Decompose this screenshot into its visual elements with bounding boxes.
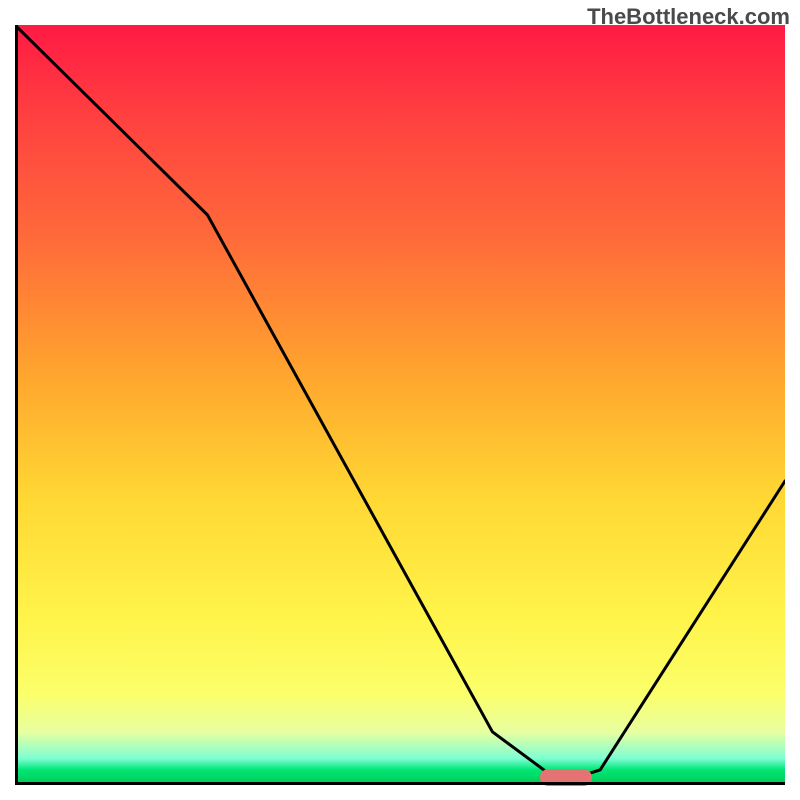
bottleneck-curve	[15, 25, 785, 785]
watermark-text: TheBottleneck.com	[587, 4, 790, 30]
axis-y	[15, 25, 18, 785]
plot-area	[15, 25, 785, 785]
curve-path	[15, 25, 785, 777]
axis-x	[15, 782, 785, 785]
chart-container: TheBottleneck.com	[0, 0, 800, 800]
